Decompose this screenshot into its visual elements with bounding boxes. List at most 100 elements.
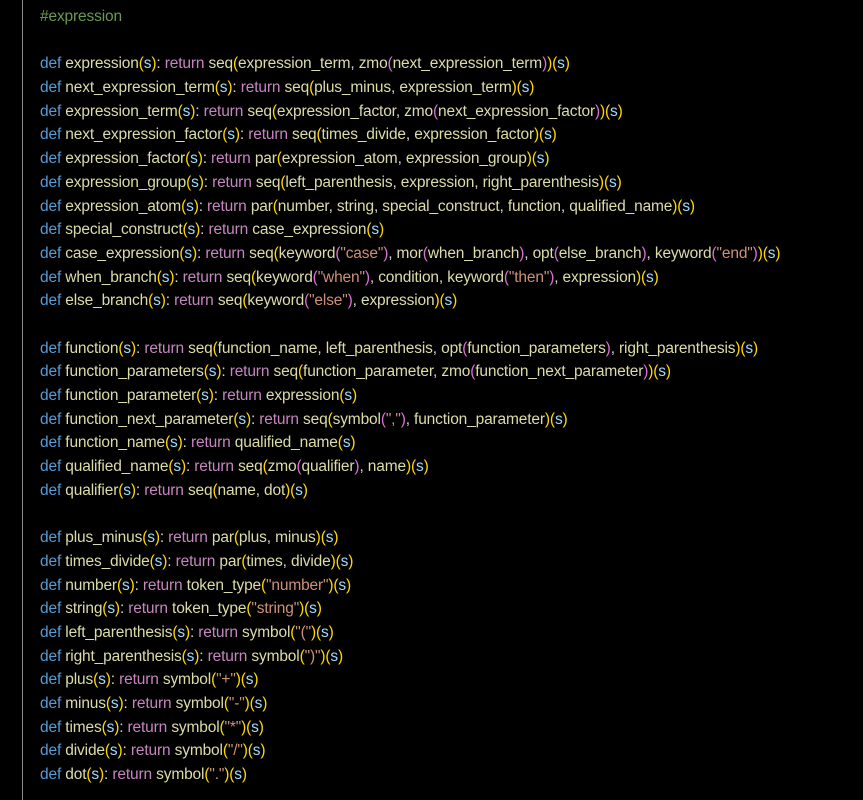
code-line[interactable]: def expression_group(s): return seq(left… xyxy=(40,171,863,195)
identifier: par xyxy=(250,197,273,215)
parameter: s xyxy=(338,576,347,594)
code-line[interactable]: def expression_atom(s): return par(numbe… xyxy=(40,195,863,219)
code-line[interactable]: def expression(s): return seq(expression… xyxy=(40,52,863,76)
identifier: function_name xyxy=(217,339,318,357)
string-literal: "string" xyxy=(251,600,300,618)
code-line[interactable] xyxy=(40,502,863,526)
identifier: expression xyxy=(265,387,340,404)
punctuation: , xyxy=(266,529,276,547)
identifier: function_parameter xyxy=(303,363,434,381)
code-editor[interactable]: #expression def expression(s): return se… xyxy=(40,5,863,787)
code-line[interactable]: def plus_minus(s): return par(plus, minu… xyxy=(40,526,863,550)
code-line[interactable]: def function_name(s): return qualified_n… xyxy=(40,431,863,455)
identifier: seq xyxy=(291,126,317,144)
code-line[interactable]: def expression_term(s): return seq(expre… xyxy=(40,100,863,124)
code-line[interactable]: def function_next_parameter(s): return s… xyxy=(40,408,863,432)
code-line[interactable]: def case_expression(s): return seq(keywo… xyxy=(40,242,863,266)
parameter: s xyxy=(295,481,303,499)
punctuation: : xyxy=(199,647,208,665)
identifier: symbol xyxy=(332,410,381,428)
code-line[interactable]: def plus(s): return symbol("+")(s) xyxy=(40,668,863,692)
code-line[interactable]: def dot(s): return symbol(".")(s) xyxy=(40,763,863,787)
code-line[interactable]: def times_divide(s): return par(times, d… xyxy=(40,550,863,574)
identifier: when_branch xyxy=(65,268,157,286)
parameter: s xyxy=(321,623,329,641)
bracket: ) xyxy=(328,623,334,641)
identifier: qualified_name xyxy=(65,458,169,476)
code-line[interactable]: def function_parameters(s): return seq(f… xyxy=(40,360,863,384)
parameter: s xyxy=(187,221,196,239)
identifier: qualified_name xyxy=(569,197,673,215)
identifier: expression xyxy=(562,268,637,286)
identifier: divide xyxy=(290,552,331,570)
code-line[interactable]: def special_construct(s): return case_ex… xyxy=(40,218,863,242)
keyword-return: return xyxy=(119,671,159,689)
parameter: s xyxy=(186,197,194,215)
identifier: zmo xyxy=(404,102,434,120)
identifier: case_expression xyxy=(65,244,180,262)
code-line[interactable] xyxy=(40,313,863,337)
code-line[interactable]: def function(s): return seq(function_nam… xyxy=(40,337,863,361)
keyword-def: def xyxy=(40,79,62,97)
bracket: ) xyxy=(346,576,352,594)
keyword-return: return xyxy=(205,244,245,262)
code-line[interactable]: def qualifier(s): return seq(name, dot)(… xyxy=(40,479,863,503)
keyword-def: def xyxy=(40,173,62,191)
code-line[interactable]: def qualified_name(s): return seq(zmo(qu… xyxy=(40,455,863,479)
keyword-return: return xyxy=(207,647,248,665)
keyword-def: def xyxy=(40,529,62,547)
code-line[interactable]: def divide(s): return symbol("/")(s) xyxy=(40,739,863,763)
identifier: expression_factor xyxy=(276,102,396,120)
identifier: function xyxy=(507,197,561,215)
punctuation: , xyxy=(350,55,359,73)
parameter: s xyxy=(177,623,185,641)
parameter: s xyxy=(147,529,155,547)
code-line[interactable]: def else_branch(s): return seq(keyword("… xyxy=(40,289,863,313)
code-line[interactable]: def string(s): return token_type("string… xyxy=(40,597,863,621)
code-line[interactable]: def expression_factor(s): return par(exp… xyxy=(40,147,863,171)
parameter: s xyxy=(544,126,552,144)
keyword-return: return xyxy=(127,718,168,736)
keyword-return: return xyxy=(131,694,172,712)
identifier: seq xyxy=(255,173,281,191)
keyword-return: return xyxy=(142,576,183,594)
parameter: s xyxy=(344,387,352,404)
keyword-return: return xyxy=(207,197,247,215)
parameter: s xyxy=(123,339,131,357)
punctuation: : xyxy=(165,292,175,310)
keyword-return: return xyxy=(194,458,234,476)
code-line[interactable]: def next_expression_term(s): return seq(… xyxy=(40,76,863,100)
code-line[interactable]: def function_parameter(s): return expres… xyxy=(40,384,863,408)
code-line[interactable]: def minus(s): return symbol("-")(s) xyxy=(40,692,863,716)
code-line[interactable]: def next_expression_factor(s): return se… xyxy=(40,123,863,147)
punctuation: , xyxy=(405,410,415,428)
code-line[interactable]: #expression xyxy=(40,5,863,29)
code-line[interactable] xyxy=(40,29,863,53)
identifier: plus_minus xyxy=(65,529,143,547)
identifier: times_divide xyxy=(321,126,407,144)
identifier: string xyxy=(336,197,374,215)
keyword-def: def xyxy=(40,742,62,760)
bracket: ) xyxy=(617,102,623,120)
code-line[interactable]: def right_parenthesis(s): return symbol(… xyxy=(40,645,863,669)
code-line[interactable]: def times(s): return symbol("*")(s) xyxy=(40,716,863,740)
punctuation: : xyxy=(195,102,204,120)
keyword-return: return xyxy=(144,339,184,357)
keyword-return: return xyxy=(128,600,168,618)
code-line[interactable]: def left_parenthesis(s): return symbol("… xyxy=(40,621,863,645)
identifier: expression_atom xyxy=(65,197,182,215)
punctuation: , xyxy=(474,173,483,191)
identifier: expression xyxy=(400,173,475,191)
code-line[interactable]: def number(s): return token_type("number… xyxy=(40,574,863,598)
keyword-def: def xyxy=(40,363,62,381)
identifier: seq xyxy=(217,292,243,310)
bracket: ) xyxy=(653,268,659,286)
identifier: times xyxy=(65,718,102,736)
parameter: s xyxy=(110,694,119,712)
punctuation: : xyxy=(135,481,145,499)
bracket: ) xyxy=(564,55,570,73)
identifier: expression xyxy=(65,55,139,73)
identifier: seq xyxy=(188,339,213,357)
code-line[interactable]: def when_branch(s): return seq(keyword("… xyxy=(40,266,863,290)
parameter: s xyxy=(646,268,654,286)
